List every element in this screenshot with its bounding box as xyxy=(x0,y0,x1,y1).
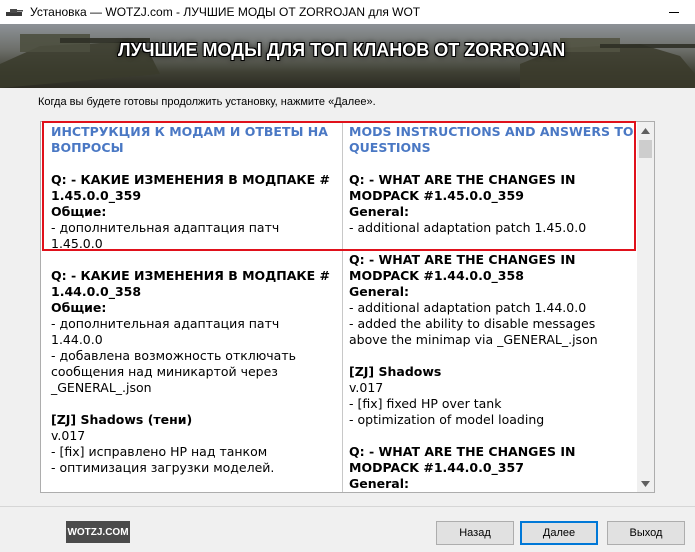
exit-button[interactable]: Выход xyxy=(607,521,685,545)
section-label: Общие: xyxy=(51,300,107,315)
changelog-column-ru: ИНСТРУКЦИЯ К МОДАМ И ОТВЕТЫ НА ВОПРОСЫ Q… xyxy=(51,122,341,476)
minimize-icon xyxy=(669,11,679,13)
changelog-column-en: MODS INSTRUCTIONS AND ANSWERS TO QUESTIO… xyxy=(349,122,639,492)
change-line: - [fix] исправлено HP над танком xyxy=(51,444,268,459)
heading-ru-line2: ВОПРОСЫ xyxy=(51,140,124,155)
scroll-down-button[interactable] xyxy=(637,475,654,492)
mod-title: [ZJ] Shadows xyxy=(349,364,442,379)
heading-en-line1: MODS INSTRUCTIONS AND ANSWERS TO xyxy=(349,124,634,139)
change-line: - добавлена возможность отключать xyxy=(51,348,296,363)
question-en: Q: - WHAT ARE THE CHANGES IN xyxy=(349,444,576,459)
section-label: Общие: xyxy=(51,204,107,219)
change-line: - дополнительная адаптация патч xyxy=(51,316,280,331)
next-button[interactable]: Далее xyxy=(520,521,598,545)
section-label: General: xyxy=(349,476,409,491)
instruction-text: Когда вы будете готовы продолжить устано… xyxy=(38,96,376,108)
column-divider xyxy=(342,122,343,492)
change-line: сообщения над миникартой через xyxy=(51,364,278,379)
tank-icon xyxy=(6,9,23,16)
change-line: - added the ability to disable messages xyxy=(349,316,596,331)
header-banner: ЛУЧШИЕ МОДЫ ДЛЯ ТОП КЛАНОВ ОТ ZORROJAN xyxy=(0,24,695,88)
question-en: Q: - WHAT ARE THE CHANGES IN xyxy=(349,252,576,267)
back-button[interactable]: Назад xyxy=(436,521,514,545)
question-ru: 1.45.0.0_359 xyxy=(51,188,142,203)
title-bar: Установка — WOTZJ.com - ЛУЧШИЕ МОДЫ ОТ Z… xyxy=(0,0,695,24)
change-line: - дополнительная адаптация патч xyxy=(51,220,280,235)
change-line: - additional adaptation patch 1.44.0.0 xyxy=(349,300,587,315)
change-line: _GENERAL_.json xyxy=(51,380,152,395)
heading-en-line2: QUESTIONS xyxy=(349,140,431,155)
brand-logo: WOTZJ.COM xyxy=(66,521,130,543)
heading-ru-line1: ИНСТРУКЦИЯ К МОДАМ И ОТВЕТЫ НА xyxy=(51,124,328,139)
question-en: MODPACK #1.45.0.0_359 xyxy=(349,188,524,203)
section-label: General: xyxy=(349,284,409,299)
question-ru: 1.44.0.0_358 xyxy=(51,284,142,299)
mod-title: [ZJ] Shadows (тени) xyxy=(51,412,193,427)
question-en: MODPACK #1.44.0.0_357 xyxy=(349,460,524,475)
change-line: 1.44.0.0 xyxy=(51,332,103,347)
change-line: - оптимизация загрузки моделей. xyxy=(51,460,275,475)
minimize-button[interactable] xyxy=(663,4,685,20)
question-ru: Q: - КАКИЕ ИЗМЕНЕНИЯ В МОДПАКЕ # xyxy=(51,172,330,187)
chevron-up-icon xyxy=(641,127,650,134)
question-en: MODPACK #1.44.0.0_358 xyxy=(349,268,524,283)
window-title: Установка — WOTZJ.com - ЛУЧШИЕ МОДЫ ОТ Z… xyxy=(30,5,421,19)
question-ru: Q: - КАКИЕ ИЗМЕНЕНИЯ В МОДПАКЕ # xyxy=(51,268,330,283)
question-en: Q: - WHAT ARE THE CHANGES IN xyxy=(349,172,576,187)
change-line: above the minimap via _GENERAL_.json xyxy=(349,332,598,347)
change-line: - additional adaptation patch 1.45.0.0 xyxy=(349,220,587,235)
footer-divider xyxy=(0,506,695,507)
banner-headline: ЛУЧШИЕ МОДЫ ДЛЯ ТОП КЛАНОВ ОТ ZORROJAN xyxy=(118,40,566,60)
section-label: General: xyxy=(349,204,409,219)
chevron-down-icon xyxy=(641,480,650,487)
vertical-scrollbar[interactable] xyxy=(637,122,654,492)
mod-version: v.017 xyxy=(51,428,86,443)
mod-version: v.017 xyxy=(349,380,384,395)
change-line: 1.45.0.0 xyxy=(51,236,103,251)
change-line: - optimization of model loading xyxy=(349,412,545,427)
scroll-thumb[interactable] xyxy=(639,140,652,158)
change-line: - [fix] fixed HP over tank xyxy=(349,396,502,411)
changelog-panel[interactable]: ИНСТРУКЦИЯ К МОДАМ И ОТВЕТЫ НА ВОПРОСЫ Q… xyxy=(40,121,655,493)
scroll-up-button[interactable] xyxy=(637,122,654,139)
